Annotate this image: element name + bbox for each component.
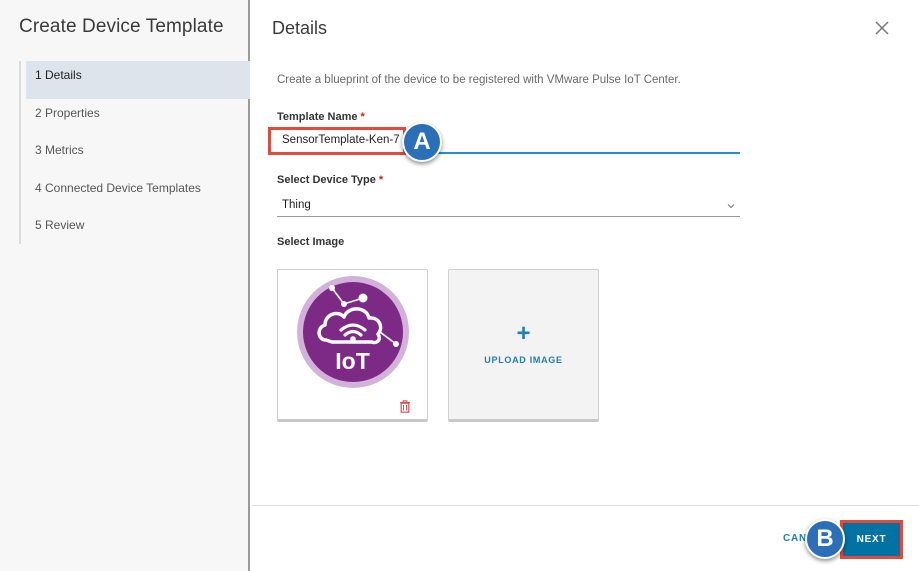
template-name-label: Template Name * <box>277 111 365 123</box>
page-title: Details <box>272 18 328 38</box>
device-type-value: Thing <box>282 199 311 211</box>
step-connected-device-templates[interactable]: 4 Connected Device Templates <box>21 174 250 212</box>
callout-badge-b: B <box>805 519 845 559</box>
step-metrics[interactable]: 3 Metrics <box>21 136 250 174</box>
template-name-field <box>277 128 740 154</box>
step-review[interactable]: 5 Review <box>21 211 250 249</box>
template-name-label-text: Template Name <box>277 111 358 123</box>
select-image-label: Select Image <box>277 236 345 248</box>
close-icon[interactable] <box>872 18 892 38</box>
footer-divider <box>252 505 919 506</box>
plus-icon: + <box>516 320 531 347</box>
chevron-down-icon <box>727 204 735 209</box>
iot-logo-text: IoT <box>335 348 370 374</box>
step-details[interactable]: 1 Details <box>26 61 250 99</box>
details-panel: Details Create a blueprint of the device… <box>252 0 919 571</box>
upload-image-label: UPLOAD IMAGE <box>484 355 563 365</box>
device-type-label-text: Select Device Type <box>277 174 376 186</box>
next-button[interactable]: NEXT <box>843 523 900 556</box>
wizard-title: Create Device Template <box>19 16 224 37</box>
wizard-sidebar: Create Device Template 1 Details 2 Prope… <box>0 0 250 571</box>
device-type-select[interactable]: Thing <box>277 194 740 217</box>
page-description: Create a blueprint of the device to be r… <box>277 74 681 86</box>
required-mark: * <box>378 174 384 186</box>
iot-image-card[interactable]: IoT <box>277 269 428 422</box>
cancel-button[interactable]: CAN <box>783 533 807 544</box>
template-name-input[interactable] <box>277 128 740 152</box>
trash-icon[interactable] <box>399 400 411 413</box>
wizard-steps: 1 Details 2 Properties 3 Metrics 4 Conne… <box>19 61 250 244</box>
device-type-label: Select Device Type * <box>277 174 383 186</box>
required-mark: * <box>360 111 365 123</box>
step-properties[interactable]: 2 Properties <box>21 99 250 137</box>
callout-badge-a: A <box>402 122 442 162</box>
upload-image-card[interactable]: + UPLOAD IMAGE <box>448 269 599 422</box>
